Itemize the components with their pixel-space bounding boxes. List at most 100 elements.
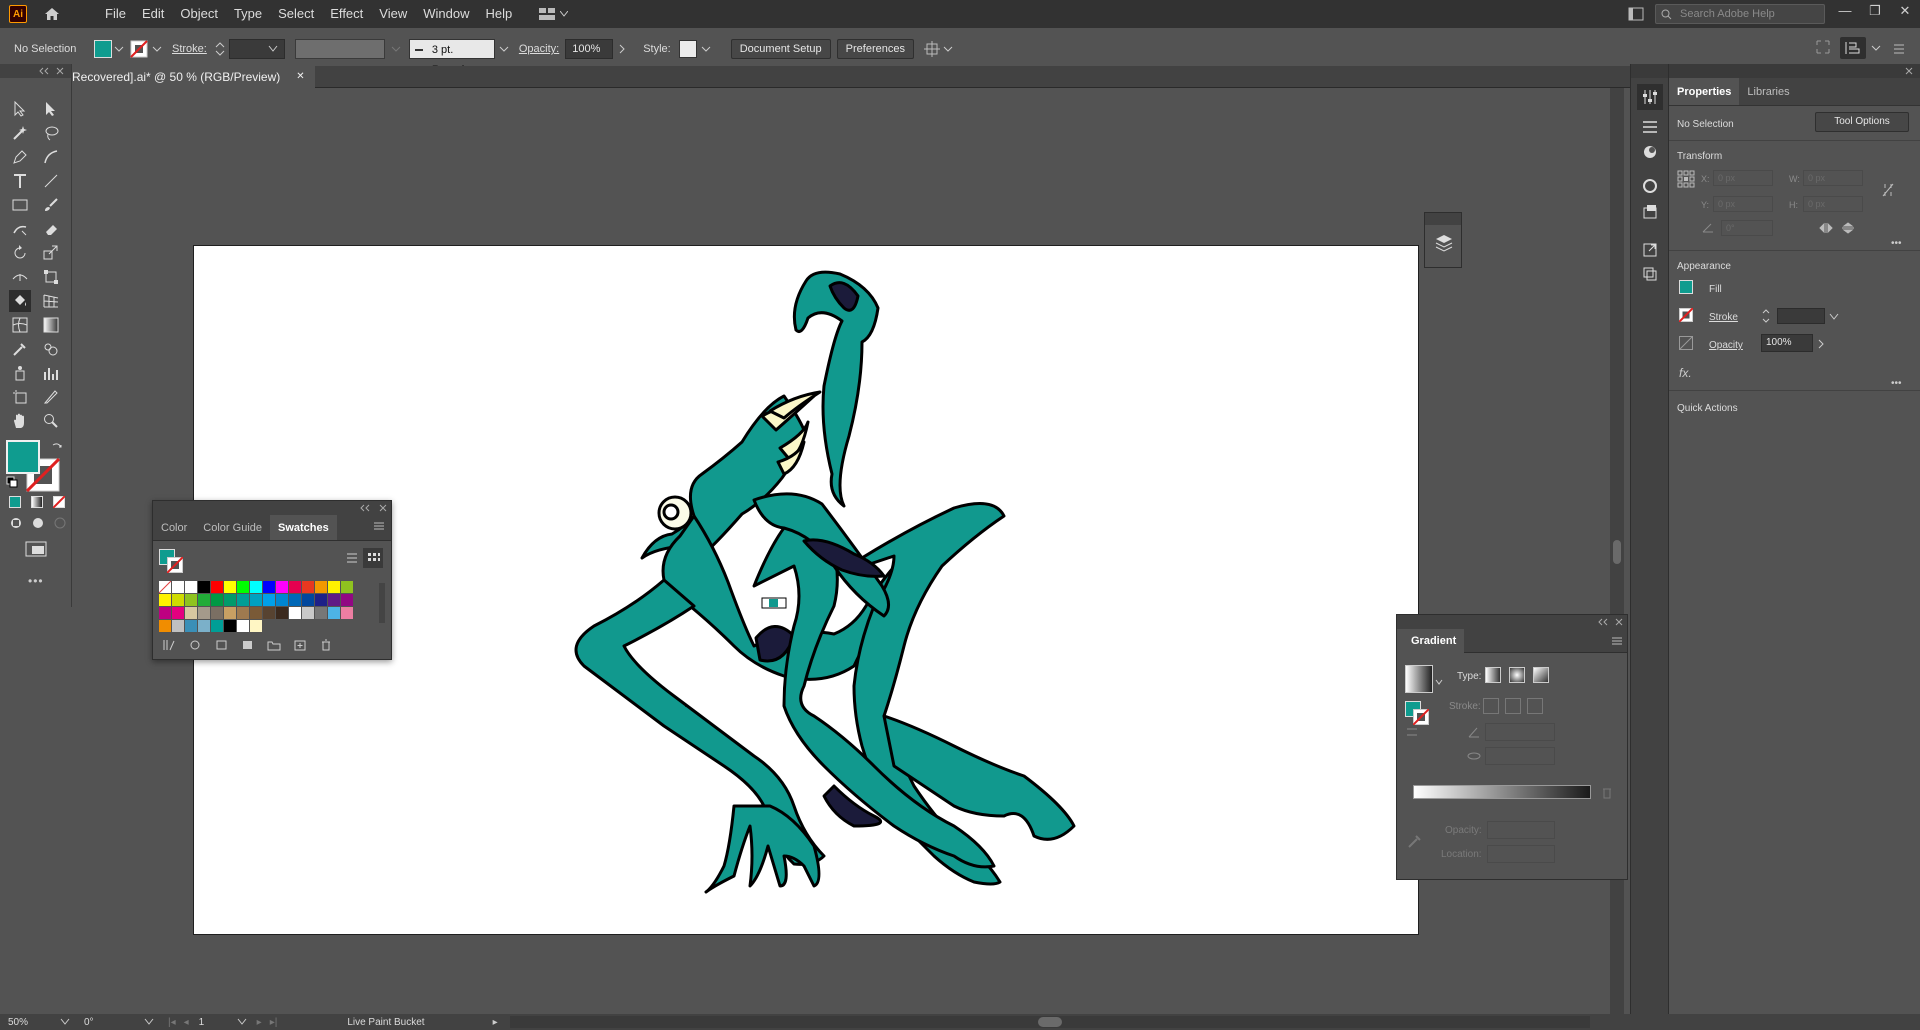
swatch-kind-icon[interactable] bbox=[189, 639, 203, 651]
chevron-down-icon[interactable] bbox=[144, 1018, 154, 1026]
home-icon[interactable] bbox=[43, 5, 61, 23]
delete-stop-icon[interactable] bbox=[1601, 787, 1613, 799]
swatch[interactable] bbox=[276, 607, 288, 619]
swatch[interactable] bbox=[211, 581, 223, 593]
swatch[interactable] bbox=[172, 594, 184, 606]
h-field[interactable]: 0 px bbox=[1803, 196, 1863, 212]
column-graph-tool[interactable] bbox=[40, 362, 62, 384]
fill-swatch[interactable] bbox=[94, 40, 112, 58]
menu-object[interactable]: Object bbox=[172, 0, 226, 28]
workspace-switcher[interactable] bbox=[538, 7, 569, 21]
eyedropper-icon[interactable] bbox=[1407, 833, 1423, 849]
swatch[interactable] bbox=[198, 620, 210, 632]
fill-color-box[interactable] bbox=[6, 440, 40, 474]
swatch[interactable] bbox=[302, 581, 314, 593]
swatch[interactable] bbox=[328, 607, 340, 619]
close-window-button[interactable]: ✕ bbox=[1890, 0, 1920, 28]
collapse-icon[interactable] bbox=[38, 67, 50, 75]
menu-window[interactable]: Window bbox=[415, 0, 477, 28]
chevron-down-icon[interactable] bbox=[699, 44, 713, 54]
freeform-gradient-button[interactable] bbox=[1533, 667, 1549, 683]
chevron-down-icon[interactable] bbox=[942, 44, 954, 54]
swatch[interactable] bbox=[172, 581, 184, 593]
paintbrush-tool[interactable] bbox=[40, 194, 62, 216]
swatch[interactable] bbox=[211, 594, 223, 606]
menu-select[interactable]: Select bbox=[270, 0, 322, 28]
mesh-tool[interactable] bbox=[9, 314, 31, 336]
pathfinder-icon[interactable] bbox=[1642, 266, 1658, 282]
panel-toggle-icon[interactable] bbox=[1628, 7, 1644, 21]
gradient-slider[interactable] bbox=[1413, 785, 1591, 799]
document-tab[interactable]: Recovered].ai* @ 50 % (RGB/Preview) ✕ bbox=[70, 66, 315, 88]
swatch[interactable] bbox=[341, 594, 353, 606]
eyedropper-tool[interactable] bbox=[9, 338, 31, 360]
swatch[interactable] bbox=[237, 620, 249, 632]
swatch[interactable] bbox=[172, 607, 184, 619]
collapse-icon[interactable] bbox=[1597, 618, 1609, 626]
tab-properties[interactable]: Properties bbox=[1669, 78, 1740, 105]
shaper-tool[interactable] bbox=[9, 218, 31, 240]
maximize-button[interactable]: ❐ bbox=[1860, 0, 1890, 28]
stroke-swatch-mini[interactable] bbox=[167, 557, 183, 573]
tab-libraries[interactable]: Libraries bbox=[1739, 78, 1797, 105]
direct-selection-tool[interactable] bbox=[40, 98, 62, 120]
horizontal-scroll-thumb[interactable] bbox=[1037, 1017, 1062, 1027]
swatch[interactable] bbox=[341, 581, 353, 593]
default-fill-stroke-icon[interactable] bbox=[6, 476, 18, 488]
gradient-preview-swatch[interactable] bbox=[1405, 665, 1433, 693]
swatch[interactable] bbox=[315, 607, 327, 619]
blend-tool[interactable] bbox=[40, 338, 62, 360]
close-icon[interactable] bbox=[56, 67, 64, 75]
rectangle-tool[interactable] bbox=[9, 194, 31, 216]
opacity-field[interactable]: 100% bbox=[565, 39, 614, 59]
w-field[interactable]: 0 px bbox=[1803, 170, 1863, 186]
swatch[interactable] bbox=[289, 607, 301, 619]
swatch[interactable] bbox=[276, 594, 288, 606]
edit-toolbar-button[interactable]: ••• bbox=[28, 574, 44, 588]
close-icon[interactable] bbox=[379, 504, 387, 512]
symbol-sprayer-tool[interactable] bbox=[9, 362, 31, 384]
stroke-weight-field[interactable] bbox=[1777, 308, 1825, 324]
swatch[interactable] bbox=[263, 594, 275, 606]
gradient-tool[interactable] bbox=[40, 314, 62, 336]
artboard-tool[interactable] bbox=[9, 386, 31, 408]
menu-help[interactable]: Help bbox=[477, 0, 520, 28]
list-view-icon[interactable] bbox=[345, 551, 359, 565]
pen-tool[interactable] bbox=[9, 146, 31, 168]
swatch[interactable] bbox=[185, 594, 197, 606]
menu-edit[interactable]: Edit bbox=[134, 0, 172, 28]
arrange-documents-icon[interactable] bbox=[923, 41, 942, 57]
swatch[interactable] bbox=[263, 581, 275, 593]
color-group-icon[interactable] bbox=[241, 639, 255, 651]
swatch[interactable] bbox=[315, 594, 327, 606]
opacity-label[interactable]: Opacity: bbox=[519, 43, 559, 55]
collapse-icon[interactable] bbox=[359, 504, 371, 512]
menu-type[interactable]: Type bbox=[226, 0, 270, 28]
delete-swatch-icon[interactable] bbox=[319, 639, 333, 651]
reverse-gradient-icon[interactable] bbox=[1405, 725, 1419, 739]
appearance-more-button[interactable]: ••• bbox=[1891, 378, 1902, 389]
swatch[interactable] bbox=[341, 607, 353, 619]
draw-normal-icon[interactable] bbox=[9, 516, 23, 530]
gradient-opacity-field[interactable] bbox=[1487, 821, 1555, 839]
lasso-tool[interactable] bbox=[40, 122, 62, 144]
chevron-down-icon[interactable] bbox=[1435, 679, 1443, 685]
chevron-down-icon[interactable] bbox=[1829, 313, 1839, 321]
search-input[interactable]: Search Adobe Help bbox=[1655, 4, 1825, 24]
layers-icon[interactable] bbox=[1434, 233, 1454, 253]
chevron-right-icon[interactable] bbox=[1817, 339, 1825, 349]
panel-menu-button[interactable] bbox=[367, 515, 391, 540]
swatch[interactable] bbox=[289, 581, 301, 593]
opacity-field[interactable]: 100% bbox=[1761, 334, 1813, 352]
swatch[interactable] bbox=[211, 620, 223, 632]
stroke-label[interactable]: Stroke: bbox=[172, 43, 207, 55]
swatch[interactable] bbox=[172, 620, 184, 632]
chevron-down-icon[interactable] bbox=[1870, 43, 1882, 53]
swatch[interactable] bbox=[185, 607, 197, 619]
document-setup-button[interactable]: Document Setup bbox=[730, 39, 831, 59]
swatch[interactable] bbox=[328, 581, 340, 593]
previous-artboard-button[interactable]: ◂ bbox=[184, 1017, 189, 1028]
screen-mode-icon[interactable] bbox=[1816, 40, 1830, 54]
chevron-down-icon[interactable] bbox=[389, 44, 403, 54]
swatch-libraries-icon[interactable] bbox=[163, 639, 177, 651]
